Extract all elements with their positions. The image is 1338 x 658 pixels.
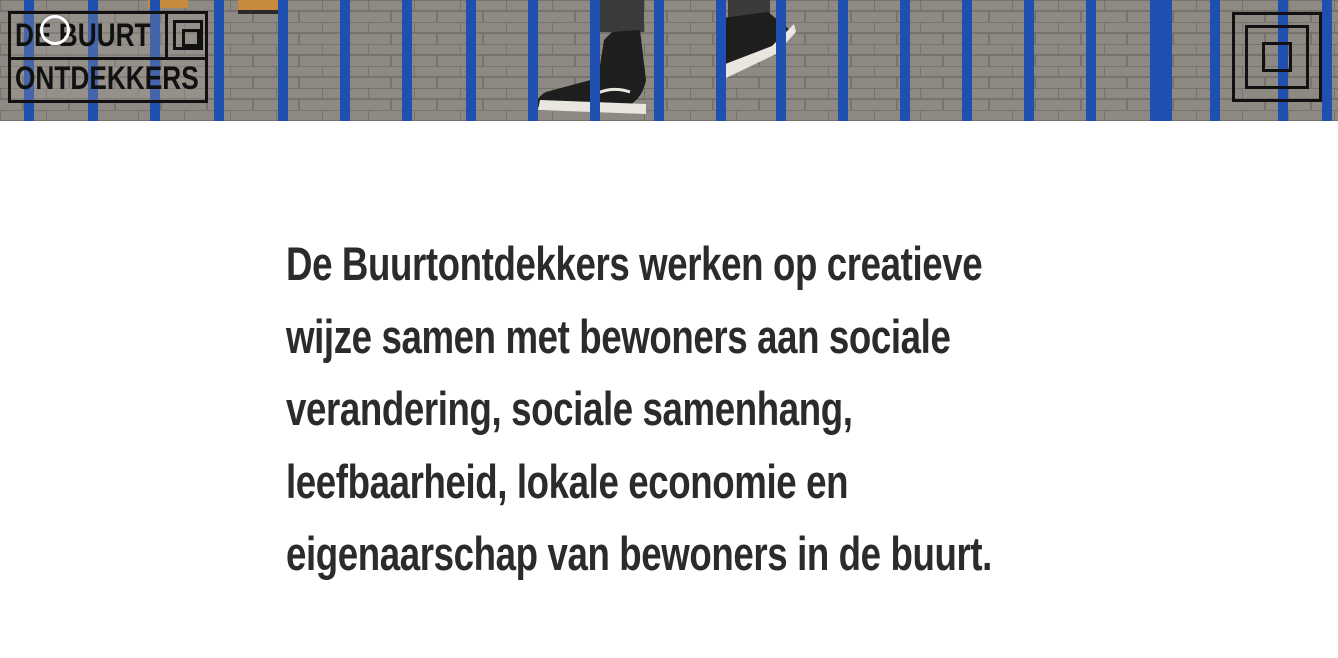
page: DE BUURT ONTDEKKERS De Buurtontdekkers w…: [0, 0, 1338, 658]
logo-separator: [165, 14, 168, 57]
fence-bar: [528, 0, 538, 121]
logo-line-1: DE BUURT: [15, 17, 151, 53]
intro-line-2: wijze samen met bewoners aan sociale: [286, 309, 951, 363]
fence-bar: [1210, 0, 1220, 121]
fence-bar: [1024, 0, 1034, 121]
fence-bar: [402, 0, 412, 121]
fence-bar: [340, 0, 350, 121]
fence-bar: [900, 0, 910, 121]
fence-bar: [654, 0, 664, 121]
intro-line-4: leefbaarheid, lokale economie en: [286, 454, 849, 508]
menu-button[interactable]: [1232, 12, 1322, 102]
intro-line-3: verandering, sociale samenhang,: [286, 382, 853, 435]
inner-square-icon: [1262, 42, 1292, 72]
nested-squares-icon: [1245, 25, 1309, 89]
site-logo[interactable]: DE BUURT ONTDEKKERS: [8, 11, 208, 103]
fence-bar: [214, 0, 224, 121]
fence-bar: [590, 0, 600, 121]
fence-bar: [716, 0, 726, 121]
logo-square-icon: [173, 20, 203, 50]
cursor-ring-icon: [40, 15, 70, 45]
fence-bar: [1150, 0, 1172, 121]
fence-bar: [838, 0, 848, 121]
fence-bar: [776, 0, 786, 121]
intro-text: De Buurtontdekkers werken op creatieve w…: [286, 228, 1046, 591]
fence-bar: [278, 0, 288, 121]
fence-bar: [1322, 0, 1332, 121]
fence-bar: [1086, 0, 1096, 121]
fence-bar: [962, 0, 972, 121]
intro-line-5: eigenaarschap van bewoners in de buurt.: [286, 527, 992, 580]
fence-bar: [466, 0, 476, 121]
logo-line-2: ONTDEKKERS: [15, 60, 199, 96]
intro-line-1: De Buurtontdekkers werken op creatieve: [286, 237, 983, 290]
